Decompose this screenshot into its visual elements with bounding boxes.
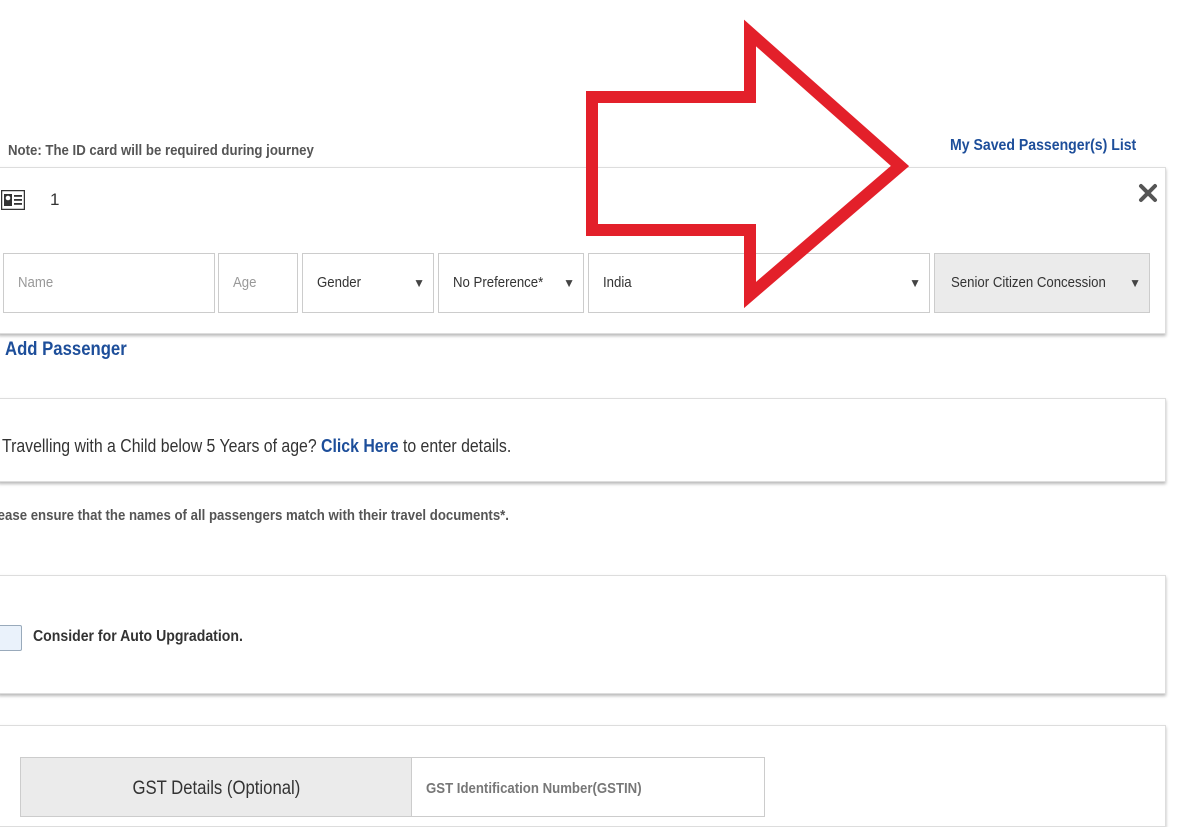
gst-details-tab[interactable]: GST Details (Optional) [20, 757, 412, 817]
auto-upgrade-label: Consider for Auto Upgradation. [33, 628, 243, 645]
click-here-link[interactable]: Click Here [321, 436, 398, 456]
age-input[interactable]: Age [218, 253, 298, 313]
name-input[interactable]: Name [3, 253, 215, 313]
close-icon[interactable] [1138, 183, 1158, 203]
dropdown-caret-icon: ▼ [563, 276, 575, 290]
id-card-icon [1, 190, 25, 210]
gender-select[interactable]: Gender ▼ [302, 253, 434, 313]
names-match-note: lease ensure that the names of all passe… [0, 507, 509, 524]
berth-preference-select[interactable]: No Preference* ▼ [438, 253, 584, 313]
passenger-number: 1 [50, 190, 60, 209]
gstin-field[interactable]: GST Identification Number(GSTIN) [411, 757, 765, 817]
add-passenger-link[interactable]: Add Passenger [5, 339, 127, 361]
auto-upgrade-checkbox[interactable] [0, 625, 22, 651]
child-info-text: Travelling with a Child below 5 Years of… [2, 436, 512, 456]
concession-select[interactable]: Senior Citizen Concession ▼ [934, 253, 1150, 313]
dropdown-caret-icon: ▼ [909, 276, 921, 290]
saved-passenger-list-link[interactable]: My Saved Passenger(s) List [950, 137, 1136, 155]
id-card-note: Note: The ID card will be required durin… [8, 142, 314, 159]
dropdown-caret-icon: ▼ [1129, 276, 1141, 290]
nationality-select[interactable]: India ▼ [588, 253, 930, 313]
dropdown-caret-icon: ▼ [413, 276, 425, 290]
